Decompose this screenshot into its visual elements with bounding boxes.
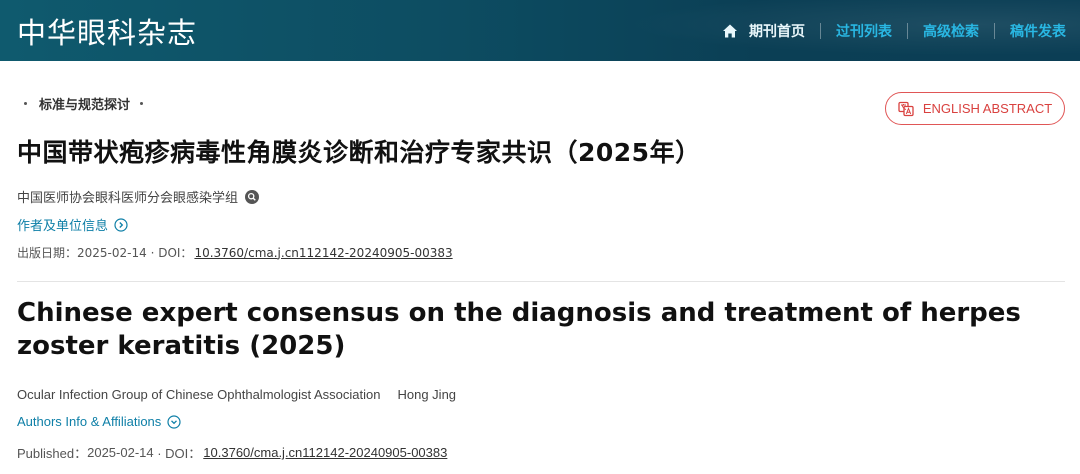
chinese-author-group[interactable]: 中国医师协会眼科医师分会眼感染学组 (17, 187, 238, 206)
home-icon (723, 24, 737, 37)
column-tag: 标准与规范探讨 (24, 94, 153, 113)
doi-link[interactable]: 10.3760/cma.j.cn112142-20240905-00383 (194, 246, 452, 260)
english-author-group[interactable]: Ocular Infection Group of Chinese Ophtha… (17, 387, 380, 402)
english-title: Chinese expert consensus on the diagnosi… (17, 298, 1021, 361)
translate-icon (898, 101, 914, 116)
published-date: 2025-02-14 (87, 445, 154, 460)
nav-divider (820, 22, 821, 39)
nav-submission-label: 稿件发表 (1010, 23, 1066, 40)
search-icon[interactable] (245, 189, 260, 204)
chinese-publish-info: 出版日期： 2025-02-14 · DOI： 10.3760/cma.j.cn… (17, 244, 453, 261)
english-abstract-label: ENGLISH ABSTRACT (922, 101, 1053, 116)
chinese-title: 中国带状疱疹病毒性角膜炎诊断和治疗专家共识（2025年） (17, 138, 701, 167)
bullet-dot (140, 102, 144, 105)
header-bar: 中华眼科杂志 期刊首页 过刊列表 高级检索 稿件发表 (0, 0, 1080, 61)
english-author[interactable]: Hong Jing (397, 387, 456, 402)
published-label: Published： (17, 446, 88, 461)
nav-advanced-search[interactable]: 高级检索 (923, 21, 979, 41)
nav-home[interactable]: 期刊首页 (722, 21, 805, 41)
nav-divider (907, 22, 908, 39)
section-divider (17, 281, 1065, 282)
publish-date-label: 出版日期： (17, 246, 78, 260)
english-author-info-label: Authors Info & Affiliations (17, 414, 162, 429)
doi-label: · DOI： (153, 446, 202, 461)
nav-past-issues[interactable]: 过刊列表 (836, 21, 892, 41)
english-publish-info: Published： 2025-02-14 · DOI： 10.3760/cma… (17, 443, 447, 462)
publish-date: 2025-02-14 (77, 245, 147, 260)
bullet-dot (24, 102, 27, 105)
chevron-circle-down-icon (167, 414, 181, 429)
chinese-author-info-label: 作者及单位信息 (17, 219, 109, 234)
chevron-circle-right-icon (114, 217, 128, 232)
nav-home-label: 期刊首页 (749, 23, 805, 40)
chinese-author-info-toggle[interactable]: 作者及单位信息 (17, 215, 128, 234)
nav-divider (994, 22, 995, 39)
nav-past-issues-label: 过刊列表 (836, 23, 892, 40)
english-abstract-button[interactable]: ENGLISH ABSTRACT (885, 92, 1065, 125)
nav-submission[interactable]: 稿件发表 (1010, 21, 1066, 41)
english-author-info-toggle[interactable]: Authors Info & Affiliations (17, 414, 181, 429)
nav-advanced-search-label: 高级检索 (923, 23, 979, 40)
doi-link[interactable]: 10.3760/cma.j.cn112142-20240905-00383 (203, 445, 447, 460)
journal-logo-title[interactable]: 中华眼科杂志 (17, 10, 197, 52)
chinese-authors: 中国医师协会眼科医师分会眼感染学组 (17, 187, 260, 206)
english-authors: Ocular Infection Group of Chinese Ophtha… (17, 387, 456, 402)
column-label: 标准与规范探讨 (39, 98, 131, 113)
doi-label: · DOI： (146, 246, 193, 260)
top-nav: 期刊首页 过刊列表 高级检索 稿件发表 (722, 0, 1066, 61)
